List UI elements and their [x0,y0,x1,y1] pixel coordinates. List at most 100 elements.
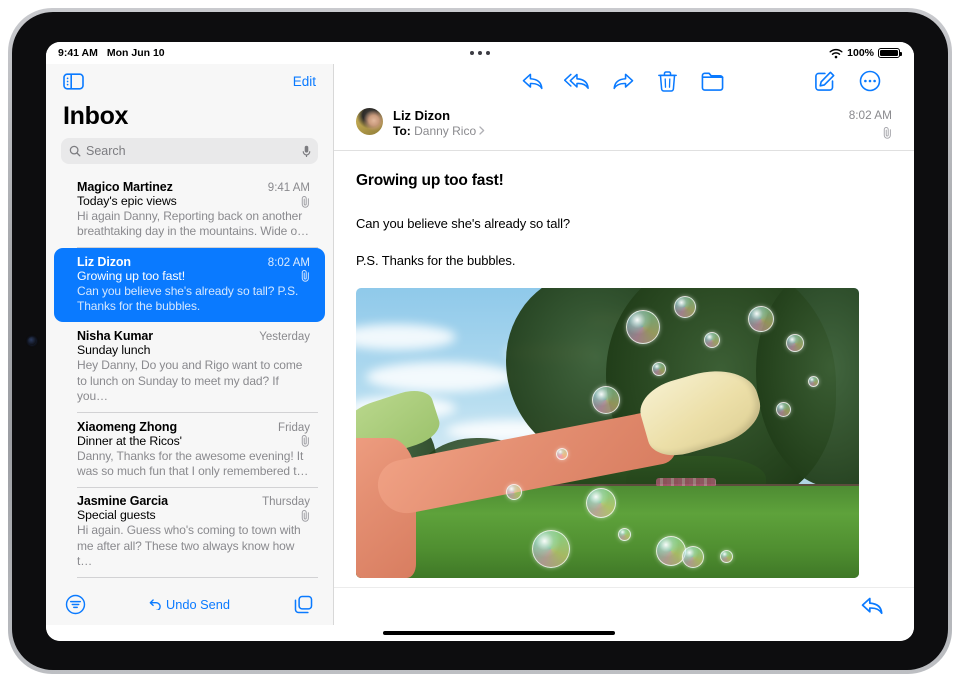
message-sender: Magico Martinez [77,180,173,194]
message-sender: Ryan Notch [77,584,146,585]
status-time: 9:41 AM [58,47,98,59]
sender-block: Liz Dizon To: Danny Rico [393,108,839,138]
message-row-subject: Dinner at the Ricos' [77,434,310,448]
message-right-actions-group [802,70,892,92]
message-row-top: Jasmine Garcia Thursday [77,494,310,508]
screen: 9:41 AM Mon Jun 10 100% Edit Inbox Searc… [46,42,914,641]
battery-full-icon [878,47,902,59]
paperclip-icon [301,195,310,208]
message-row-top: Magico Martinez 9:41 AM [77,180,310,194]
message-sender: Jasmine Garcia [77,494,169,509]
paperclip-icon [301,434,310,447]
to-label: To: [393,124,411,138]
message-list-item[interactable]: Nisha Kumar Yesterday Sunday lunch Hey Dann… [54,322,325,413]
photo-attachment[interactable] [356,288,859,578]
message-list-item[interactable]: Ryan NotchWednesdayOut of townHowdy, nei… [54,577,325,585]
new-window-icon[interactable] [293,594,314,615]
search-placeholder: Search [86,144,126,158]
battery-percent-label: 100% [847,47,874,59]
message-pane: Liz Dizon To: Danny Rico 8:02 AM Growing… [334,64,914,625]
message-row-top: Nisha Kumar Yesterday [77,329,310,343]
message-subject: Growing up too fast! [77,268,186,283]
message-subject: Dinner at the Ricos' [77,433,182,448]
message-list-item[interactable]: Xiaomeng Zhong Friday Dinner at the Ricos'… [54,413,325,488]
message-preview: Can you believe she's already so tall? P… [77,283,299,314]
message-preview: Hey Danny, Do you and Rigo want to come … [77,358,303,404]
front-camera-icon [28,337,36,345]
reply-icon[interactable] [510,72,555,91]
message-date: Yesterday [259,331,310,344]
message-row-top: Liz Dizon 8:02 AM [77,255,310,269]
message-row-subject: Growing up too fast! [77,269,310,283]
more-circle-icon[interactable] [847,70,892,92]
trash-icon[interactable] [645,70,690,92]
status-bar-left: 9:41 AM Mon Jun 10 [58,47,165,59]
message-toolbar [334,64,914,98]
message-sender: Nisha Kumar [77,329,154,344]
message-header: Liz Dizon To: Danny Rico 8:02 AM [334,98,914,151]
reply-all-icon[interactable] [555,72,600,91]
message-date: Thursday [262,496,310,509]
status-bar-right: 100% [829,47,902,59]
undo-send-button[interactable]: Undo Send [149,597,230,612]
message-date: 8:02 AM [267,256,310,269]
undo-arrow-icon [149,598,162,612]
message-preview: Hi again Danny, Reporting back on anothe… [77,209,309,239]
page-title: Inbox [63,102,129,130]
message-subject: Special guests [77,508,156,523]
message-row-subject: Today's epic views [77,194,310,208]
chevron-right-icon[interactable] [479,126,485,135]
paperclip-icon [849,126,892,139]
recipient-name: Danny Rico [414,124,477,138]
home-indicator-zone [46,625,914,641]
message-preview: Hi again. Guess who's coming to town wit… [77,523,301,568]
forward-icon[interactable] [600,72,645,91]
message-paragraph-2: P.S. Thanks for the bubbles. [356,253,516,268]
mail-app-body: Edit Inbox Search Magico Martinez 9:41 A… [46,64,914,625]
sender-name: Liz Dizon [393,108,451,123]
search-icon [69,145,81,157]
undo-send-label: Undo Send [165,596,231,612]
compose-icon[interactable] [802,71,847,92]
paperclip-icon [301,509,310,522]
edit-button[interactable]: Edit [293,74,316,89]
message-list-item[interactable]: Jasmine Garcia Thursday Special guests Hi a… [54,487,325,578]
status-date: Mon Jun 10 [106,47,165,59]
ipad-device-frame: 9:41 AM Mon Jun 10 100% Edit Inbox Searc… [8,8,952,674]
search-input[interactable]: Search [61,138,318,164]
avatar[interactable] [356,108,383,135]
status-bar: 9:41 AM Mon Jun 10 100% [46,42,914,64]
mail-list-pane: Edit Inbox Search Magico Martinez 9:41 A… [46,64,334,625]
device-bezel: 9:41 AM Mon Jun 10 100% Edit Inbox Searc… [12,12,948,670]
message-date: Friday [278,421,310,434]
message-row-top: Xiaomeng Zhong Friday [77,420,310,434]
message-sender: Liz Dizon [77,254,131,269]
message-date: 9:41 AM [267,182,310,194]
list-bottom-toolbar: Undo Send [46,585,333,625]
reply-icon[interactable] [861,596,884,616]
message-body-scroll[interactable]: Growing up too fast! Can you believe she… [334,151,914,587]
home-indicator[interactable] [383,631,615,635]
recipient-line[interactable]: To: Danny Rico [393,124,839,138]
search-row: Search [46,138,333,173]
message-sender: Xiaomeng Zhong [77,419,177,434]
message-actions-group [510,70,735,92]
filter-icon[interactable] [65,594,86,615]
message-list-item[interactable]: Magico Martinez 9:41 AM Today's epic views… [54,173,325,248]
message-header-right: 8:02 AM [849,108,892,139]
message-paragraph-1: Can you believe she's already so tall? [356,216,571,231]
message-time: 8:02 AM [848,108,892,122]
message-subject: Growing up too fast! [356,172,504,189]
folder-icon[interactable] [690,72,735,91]
microphone-icon[interactable] [302,145,311,158]
message-list[interactable]: Magico Martinez 9:41 AM Today's epic views… [46,173,333,585]
message-list-item[interactable]: Liz Dizon 8:02 AM Growing up too fast! Can … [54,247,325,323]
message-row-subject: Sunday lunch [77,343,310,357]
list-nav-bar: Edit [46,64,333,98]
message-bottom-bar [334,587,914,625]
message-row-top: Ryan NotchWednesday [77,584,310,585]
multitask-handle-icon[interactable] [470,51,490,55]
message-subject: Today's epic views [77,194,177,208]
sidebar-toggle-icon[interactable] [63,72,84,90]
message-row-subject: Special guests [77,508,310,522]
